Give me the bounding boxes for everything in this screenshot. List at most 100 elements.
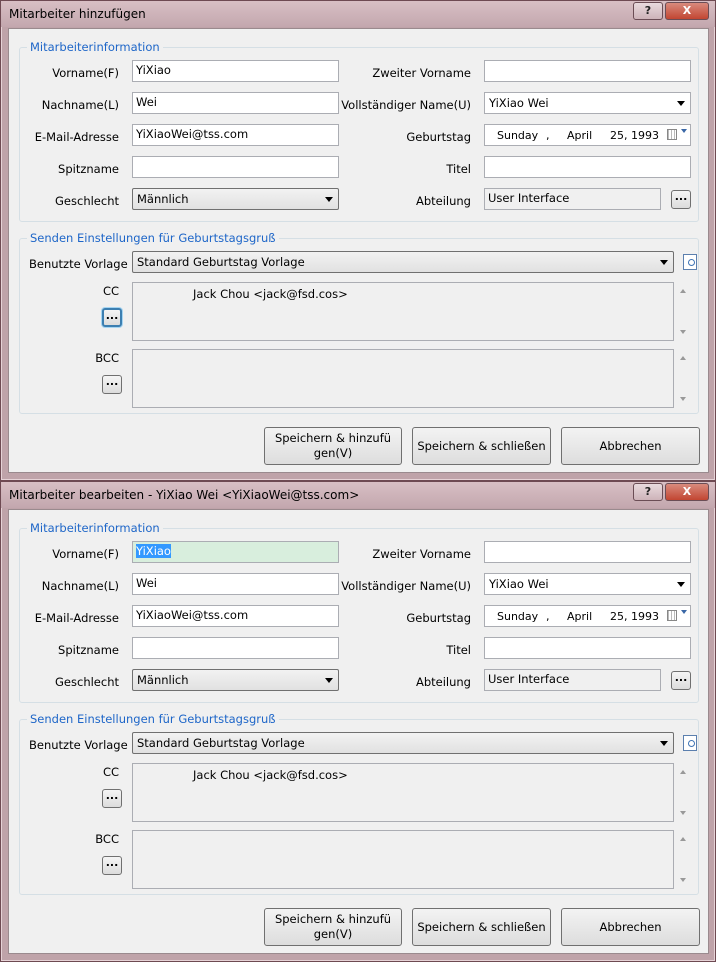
template-value: Standard Geburtstag Vorlage	[137, 736, 305, 750]
scroll-down-icon[interactable]	[680, 811, 686, 815]
title-bar[interactable]: Mitarbeiter hinzufügen ? X	[1, 1, 715, 27]
bcc-browse-button[interactable]: ...	[102, 375, 122, 394]
gender-select[interactable]: Männlich	[132, 188, 339, 210]
scroll-down-icon[interactable]	[680, 878, 686, 882]
add-employee-window: Mitarbeiter hinzufügen ? X Mitarbeiterin…	[0, 0, 716, 481]
nickname-label: Spitzname	[58, 162, 119, 176]
nickname-input[interactable]	[132, 156, 339, 178]
scroll-up-icon[interactable]	[680, 770, 686, 774]
department-field: User Interface	[484, 188, 661, 210]
save-close-button[interactable]: Speichern & schließen	[412, 908, 551, 946]
department-browse-button[interactable]: ...	[671, 671, 691, 690]
bcc-browse-button[interactable]: ...	[102, 856, 122, 875]
bcc-field[interactable]	[132, 349, 686, 408]
cancel-button[interactable]: Abbrechen	[561, 908, 700, 946]
bcc-label: BCC	[95, 832, 119, 846]
cc-browse-button[interactable]: ...	[102, 308, 122, 327]
title-input[interactable]	[484, 637, 691, 659]
group-title: Senden Einstellungen für Geburtstagsgruß	[27, 231, 279, 245]
gender-select[interactable]: Männlich	[132, 669, 339, 691]
template-select[interactable]: Standard Geburtstag Vorlage	[132, 732, 674, 754]
help-button[interactable]: ?	[633, 483, 663, 501]
close-button[interactable]: X	[665, 2, 709, 20]
department-browse-button[interactable]: ...	[671, 190, 691, 209]
dialog-client-area: Mitarbeiterinformation Vorname(F) YiXiao…	[8, 509, 709, 954]
cancel-button[interactable]: Abbrechen	[561, 427, 700, 465]
email-label: E-Mail-Adresse	[34, 130, 119, 144]
birthday-date-picker[interactable]: Sunday , April 25, 1993	[484, 124, 691, 146]
last-name-label: Nachname(L)	[41, 579, 119, 593]
birthday-weekday: Sunday	[497, 610, 539, 623]
middle-name-input[interactable]	[484, 541, 691, 563]
title-input[interactable]	[484, 156, 691, 178]
birthday-separator: ,	[546, 129, 550, 142]
cc-scrollbar[interactable]	[677, 283, 691, 340]
birthday-label: Geburtstag	[406, 611, 471, 625]
calendar-icon[interactable]	[667, 129, 677, 140]
last-name-input[interactable]: Wei	[132, 92, 339, 114]
chevron-down-icon[interactable]	[681, 129, 687, 133]
chevron-down-icon	[660, 260, 668, 265]
template-select[interactable]: Standard Geburtstag Vorlage	[132, 251, 674, 273]
nickname-input[interactable]	[132, 637, 339, 659]
group-title: Mitarbeiterinformation	[27, 521, 163, 535]
title-bar[interactable]: Mitarbeiter bearbeiten - YiXiao Wei <YiX…	[1, 482, 715, 508]
save-add-button[interactable]: Speichern & hinzufü gen(V)	[264, 908, 402, 946]
title-label: Titel	[446, 643, 471, 657]
cc-label: CC	[102, 284, 119, 298]
department-label: Abteilung	[415, 194, 471, 208]
scroll-up-icon[interactable]	[680, 289, 686, 293]
close-button[interactable]: X	[665, 483, 709, 501]
first-name-input[interactable]: YiXiao	[132, 60, 339, 82]
full-name-label: Vollständiger Name(U)	[341, 98, 471, 112]
full-name-select[interactable]: YiXiao Wei	[484, 573, 691, 595]
last-name-input[interactable]: Wei	[132, 573, 339, 595]
template-preview-icon[interactable]	[683, 254, 697, 270]
first-name-input[interactable]: YiXiao	[132, 541, 339, 563]
save-add-label-line1: Speichern & hinzufü	[274, 431, 392, 445]
gender-label: Geschlecht	[55, 675, 119, 689]
middle-name-input[interactable]	[484, 60, 691, 82]
cc-field[interactable]: Jack Chou <jack@fsd.cos>	[132, 763, 686, 822]
birthday-month: April	[567, 129, 593, 142]
nickname-label: Spitzname	[58, 643, 119, 657]
birthday-date-picker[interactable]: Sunday , April 25, 1993	[484, 605, 691, 627]
save-add-label-line2: gen(V)	[313, 446, 353, 460]
cc-field[interactable]: Jack Chou <jack@fsd.cos>	[132, 282, 686, 341]
group-title: Senden Einstellungen für Geburtstagsgruß	[27, 712, 279, 726]
email-label: E-Mail-Adresse	[34, 611, 119, 625]
cc-value: Jack Chou <jack@fsd.cos>	[193, 768, 348, 782]
middle-name-label: Zweiter Vorname	[372, 66, 471, 80]
email-input[interactable]: YiXiaoWei@tss.com	[132, 124, 339, 146]
email-input[interactable]: YiXiaoWei@tss.com	[132, 605, 339, 627]
bcc-scrollbar[interactable]	[677, 831, 691, 888]
last-name-label: Nachname(L)	[41, 98, 119, 112]
department-field: User Interface	[484, 669, 661, 691]
save-close-button[interactable]: Speichern & schließen	[412, 427, 551, 465]
template-preview-icon[interactable]	[683, 735, 697, 751]
calendar-icon[interactable]	[667, 610, 677, 621]
dialog-client-area: Mitarbeiterinformation Vorname(F) YiXiao…	[8, 28, 709, 473]
chevron-down-icon[interactable]	[681, 610, 687, 614]
first-name-label: Vorname(F)	[52, 547, 119, 561]
gender-label: Geschlecht	[55, 194, 119, 208]
scroll-down-icon[interactable]	[680, 330, 686, 334]
help-button[interactable]: ?	[633, 2, 663, 20]
save-add-label-line2: gen(V)	[313, 927, 353, 941]
edit-employee-window: Mitarbeiter bearbeiten - YiXiao Wei <YiX…	[0, 481, 716, 962]
chevron-down-icon	[677, 101, 685, 106]
chevron-down-icon	[325, 197, 333, 202]
first-name-selected-text: YiXiao	[136, 544, 171, 558]
save-add-button[interactable]: Speichern & hinzufü gen(V)	[264, 427, 402, 465]
window-title: Mitarbeiter hinzufügen	[9, 7, 146, 21]
scroll-up-icon[interactable]	[680, 356, 686, 360]
cc-browse-button[interactable]: ...	[102, 789, 122, 808]
scroll-down-icon[interactable]	[680, 397, 686, 401]
bcc-scrollbar[interactable]	[677, 350, 691, 407]
full-name-select[interactable]: YiXiao Wei	[484, 92, 691, 114]
middle-name-label: Zweiter Vorname	[372, 547, 471, 561]
bcc-field[interactable]	[132, 830, 686, 889]
template-label: Benutzte Vorlage	[29, 738, 128, 752]
cc-scrollbar[interactable]	[677, 764, 691, 821]
scroll-up-icon[interactable]	[680, 837, 686, 841]
